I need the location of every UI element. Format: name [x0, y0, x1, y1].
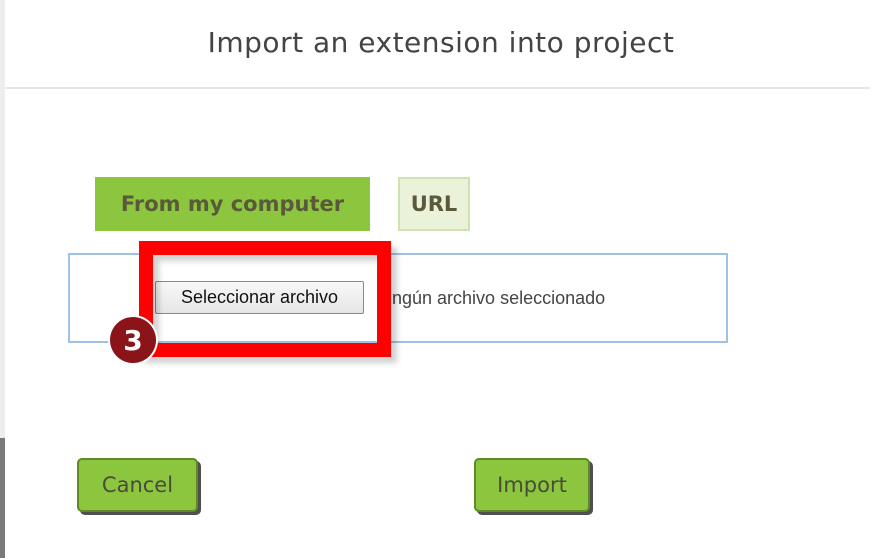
cancel-button[interactable]: Cancel: [77, 458, 198, 512]
dialog-title: Import an extension into project: [207, 26, 675, 59]
annotation-highlight-box: [139, 241, 391, 357]
file-status-text: ngún archivo seleccionado: [392, 288, 606, 308]
import-extension-dialog: Import an extension into project From my…: [0, 0, 875, 558]
step-number-badge: 3: [110, 317, 156, 363]
tab-url[interactable]: URL: [398, 177, 470, 231]
title-divider: [5, 87, 870, 89]
import-button[interactable]: Import: [474, 458, 590, 512]
tab-from-my-computer[interactable]: From my computer: [95, 177, 370, 231]
window-left-edge-shadow: [0, 438, 5, 558]
